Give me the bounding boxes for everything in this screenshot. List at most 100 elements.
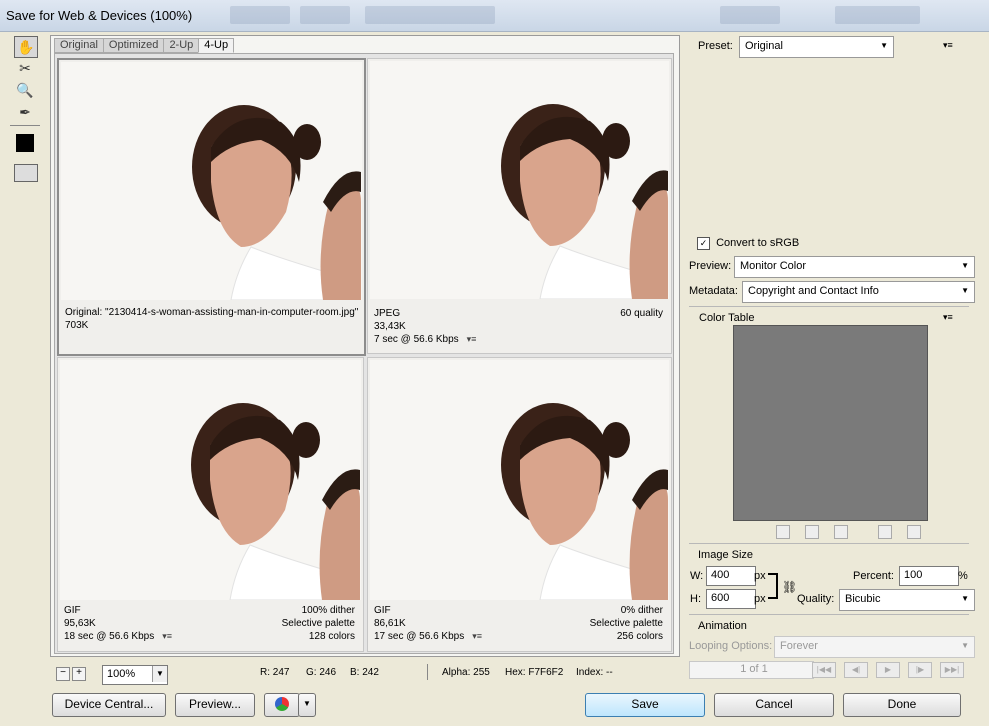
looping-options-value: Forever xyxy=(780,640,818,652)
quality-select[interactable]: Bicubic ▼ xyxy=(839,589,975,611)
looping-options-select[interactable]: Forever ▼ xyxy=(774,636,975,658)
red-value: R: 247 xyxy=(260,667,290,678)
last-frame-icon[interactable]: ▶▶| xyxy=(940,662,964,678)
height-label: H: xyxy=(690,593,701,605)
tab-original[interactable]: Original xyxy=(54,38,104,53)
chevron-down-icon: ▼ xyxy=(961,261,969,270)
quality-label: Quality: xyxy=(797,593,835,605)
green-value: G: 246 xyxy=(306,667,337,678)
chevron-down-icon: ▼ xyxy=(152,666,167,682)
metadata-label: Metadata: xyxy=(689,285,738,297)
preview-pane-jpeg[interactable]: JPEG 33,43K 7 sec @ 56.6 Kbps ▾≡ 60 quali… xyxy=(367,58,672,354)
color-table-swatches[interactable] xyxy=(733,325,928,521)
trash-icon[interactable] xyxy=(907,525,921,539)
preset-label: Preset: xyxy=(698,40,733,52)
browser-menu-chevron-icon[interactable]: ▼ xyxy=(298,693,316,717)
new-color-icon[interactable] xyxy=(878,525,892,539)
pane-size: 86,61K xyxy=(374,618,406,629)
tab-4up[interactable]: 4-Up xyxy=(198,38,235,53)
lock-color-icon[interactable] xyxy=(834,525,848,539)
preview-button[interactable]: Preview... xyxy=(175,693,255,717)
pane-dither: 0% dither xyxy=(620,605,663,616)
play-icon[interactable]: ▶ xyxy=(876,662,900,678)
eyedropper-tool-icon[interactable]: ✒ xyxy=(14,102,36,122)
width-input[interactable]: 400 xyxy=(706,566,756,586)
cancel-button[interactable]: Cancel xyxy=(714,693,834,717)
frame-counter: 1 of 1 xyxy=(689,661,814,679)
zoom-level-value: 100% xyxy=(107,668,136,680)
download-time-text: 7 sec @ 56.6 Kbps xyxy=(374,334,459,345)
pane-palette: Selective palette xyxy=(589,618,663,629)
toggle-slices-visibility-icon[interactable] xyxy=(14,164,38,182)
device-central-button[interactable]: Device Central... xyxy=(52,693,166,717)
section-divider xyxy=(689,543,969,544)
zoom-out-button[interactable]: − xyxy=(56,667,70,681)
background-ghost xyxy=(230,6,290,24)
toolbox: ✋ ✂ 🔍 ✒ xyxy=(8,34,42,194)
chevron-down-icon: ▼ xyxy=(961,594,969,603)
metadata-select[interactable]: Copyright and Contact Info ▼ xyxy=(742,281,975,303)
pane-size: 33,43K xyxy=(374,321,406,332)
download-time-text: 18 sec @ 56.6 Kbps xyxy=(64,631,155,642)
percent-label: Percent: xyxy=(853,570,894,582)
background-ghost xyxy=(300,6,350,24)
quality-value: Bicubic xyxy=(845,593,881,605)
pane-download-time: 18 sec @ 56.6 Kbps ▾≡ xyxy=(64,631,172,642)
color-table-menu-icon[interactable]: ▾≡ xyxy=(943,312,953,323)
browser-preview-button[interactable] xyxy=(264,693,300,717)
download-speed-menu-icon[interactable]: ▾≡ xyxy=(162,631,172,642)
first-frame-icon[interactable]: |◀◀ xyxy=(812,662,836,678)
tab-optimized[interactable]: Optimized xyxy=(102,38,165,53)
blue-value: B: 242 xyxy=(350,667,379,678)
preview-pane-gif-256[interactable]: GIF 86,61K 17 sec @ 56.6 Kbps ▾≡ 0% dithe… xyxy=(367,357,672,652)
tab-2up[interactable]: 2-Up xyxy=(163,38,200,53)
view-tabs: Original Optimized 2-Up 4-Up xyxy=(54,38,235,53)
done-button[interactable]: Done xyxy=(843,693,961,717)
animation-title: Animation xyxy=(698,620,747,632)
pane-size: 95,63K xyxy=(64,618,96,629)
optimize-menu-icon[interactable]: ▾≡ xyxy=(943,40,953,51)
next-frame-icon[interactable]: |▶ xyxy=(908,662,932,678)
preview-image xyxy=(370,360,669,600)
section-divider xyxy=(689,306,969,307)
map-color-transparency-icon[interactable] xyxy=(776,525,790,539)
zoom-tool-icon[interactable]: 🔍 xyxy=(14,80,36,100)
save-button[interactable]: Save xyxy=(585,693,705,717)
preview-image xyxy=(370,61,669,299)
four-up-view: Original: "2130414-s-woman-assisting-man… xyxy=(54,53,674,654)
zoom-in-button[interactable]: + xyxy=(72,667,86,681)
previous-frame-icon[interactable]: ◀| xyxy=(844,662,868,678)
height-input[interactable]: 600 xyxy=(706,589,756,609)
preview-pane-original[interactable]: Original: "2130414-s-woman-assisting-man… xyxy=(57,58,366,356)
pane-palette: Selective palette xyxy=(281,618,355,629)
pane-quality: 60 quality xyxy=(620,308,663,319)
title-bar: Save for Web & Devices (100%) xyxy=(0,0,989,32)
hand-tool-icon[interactable]: ✋ xyxy=(14,36,38,58)
link-chain-icon[interactable]: ⛓ xyxy=(782,580,797,594)
width-unit: px xyxy=(754,570,766,582)
preview-color-select[interactable]: Monitor Color ▼ xyxy=(734,256,975,278)
pane-info-line2: 703K xyxy=(65,320,89,331)
web-shift-icon[interactable] xyxy=(805,525,819,539)
preset-value: Original xyxy=(745,40,783,52)
height-unit: px xyxy=(754,593,766,605)
eyedropper-color-swatch[interactable] xyxy=(16,134,34,152)
preview-image xyxy=(61,62,362,300)
percent-input[interactable]: 100 xyxy=(899,566,959,586)
status-divider xyxy=(427,664,428,680)
chevron-down-icon: ▼ xyxy=(880,41,888,50)
preset-select[interactable]: Original ▼ xyxy=(739,36,894,58)
background-ghost xyxy=(720,6,780,24)
background-ghost xyxy=(365,6,495,24)
convert-srgb-checkbox-row[interactable]: ✓ Convert to sRGB xyxy=(697,237,799,250)
percent-unit: % xyxy=(958,570,968,582)
download-speed-menu-icon[interactable]: ▾≡ xyxy=(467,334,477,345)
zoom-level-select[interactable]: 100% ▼ xyxy=(102,665,168,685)
download-speed-menu-icon[interactable]: ▾≡ xyxy=(472,631,482,642)
checkbox-checked-icon[interactable]: ✓ xyxy=(697,237,710,250)
preview-pane-gif-128[interactable]: GIF 95,63K 18 sec @ 56.6 Kbps ▾≡ 100% dit… xyxy=(57,357,364,652)
hex-value: Hex: F7F6F2 xyxy=(505,667,564,678)
slice-select-tool-icon[interactable]: ✂ xyxy=(14,58,36,78)
color-table-title: Color Table xyxy=(699,312,755,324)
alpha-value: Alpha: 255 xyxy=(442,667,490,678)
